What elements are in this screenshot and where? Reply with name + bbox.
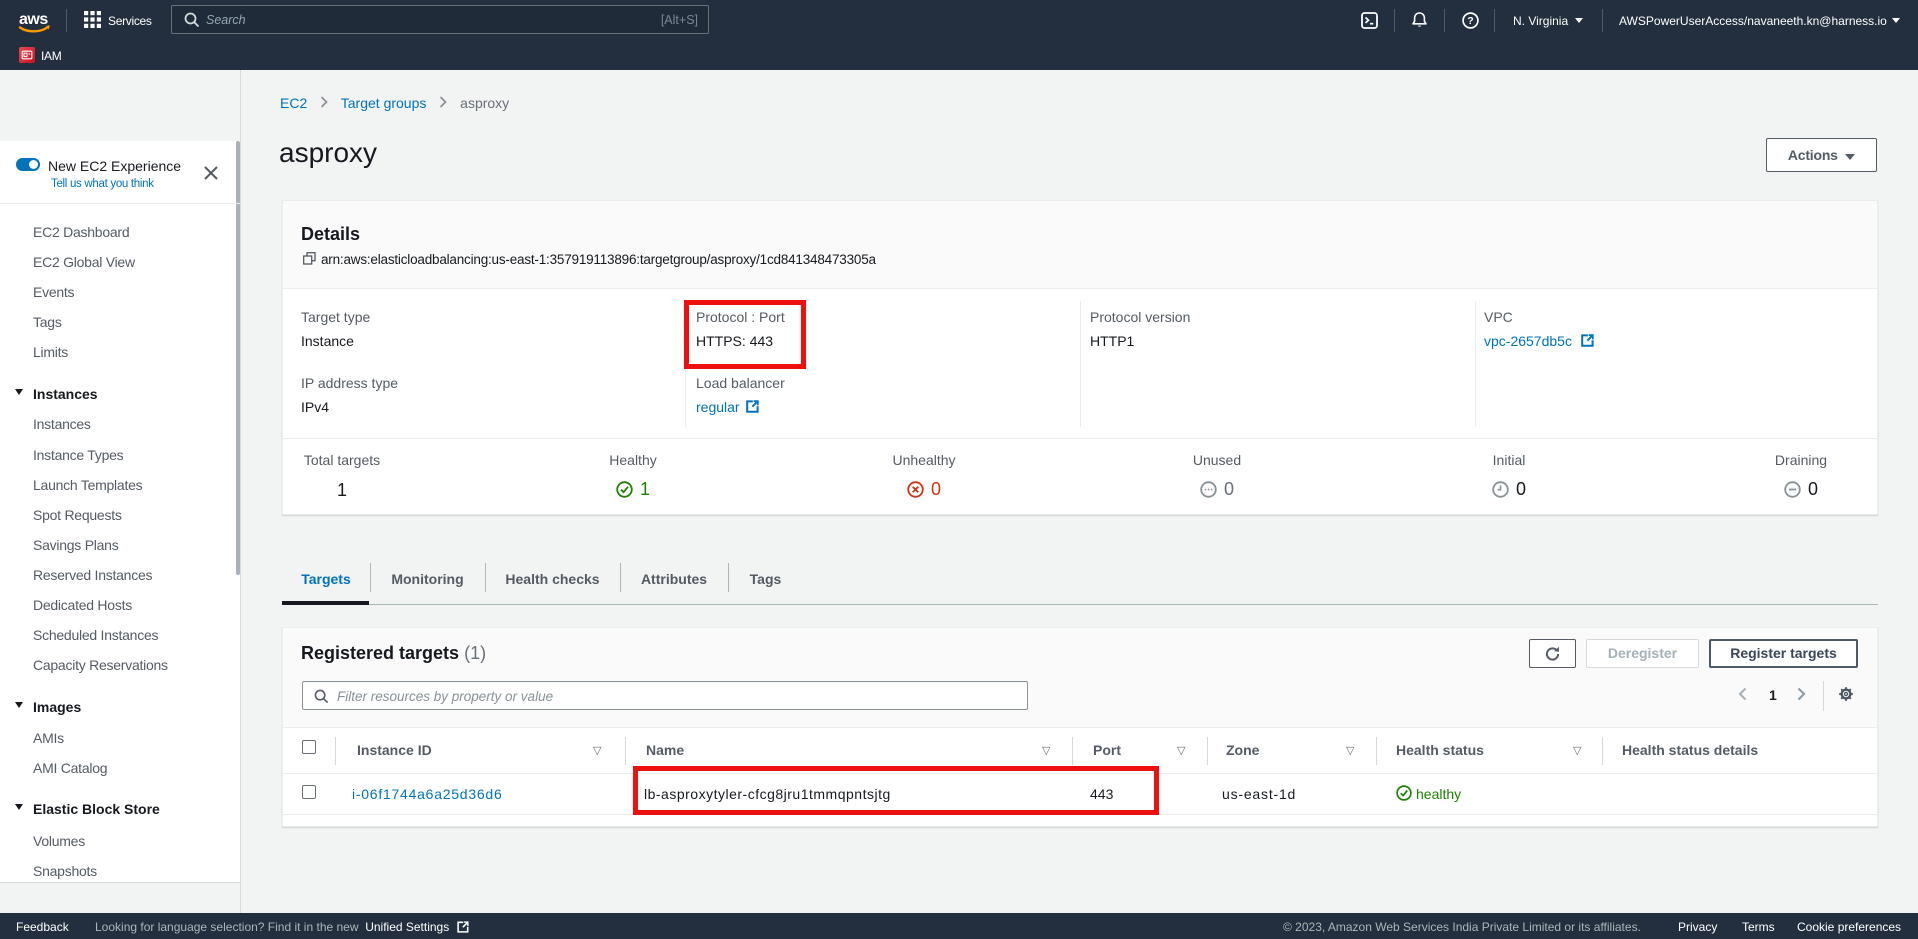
svg-text:?: ? [1467,15,1473,27]
svg-text:aws: aws [19,11,48,28]
